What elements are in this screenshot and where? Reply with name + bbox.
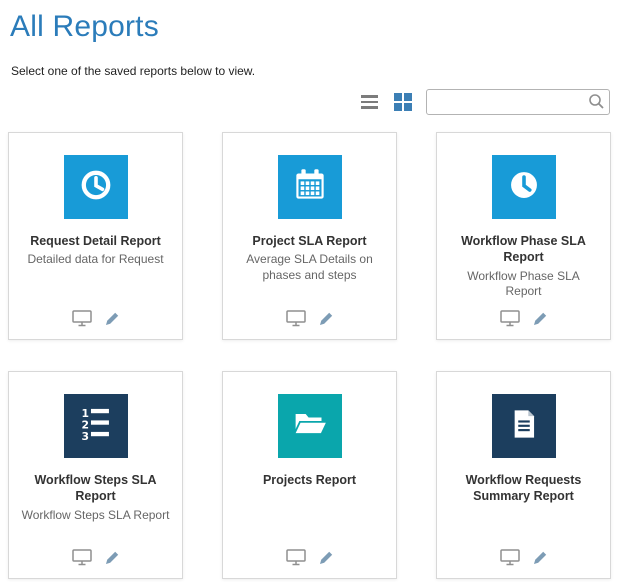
grid-view-icon[interactable] <box>392 91 414 113</box>
card-subtitle: Detailed data for Request <box>21 252 170 268</box>
report-card-workflow-requests-summary[interactable]: Workflow Requests Summary Report <box>436 371 611 579</box>
report-card-grid: Request Detail Report Detailed data for … <box>0 120 628 579</box>
report-card-projects[interactable]: Projects Report <box>222 371 397 579</box>
numbered-list-icon: 1 2 3 <box>73 401 119 452</box>
edit-report-pencil-icon[interactable] <box>104 311 120 327</box>
view-report-monitor-icon[interactable] <box>286 549 306 566</box>
edit-report-pencil-icon[interactable] <box>318 550 334 566</box>
card-title: Workflow Steps SLA Report <box>19 472 172 505</box>
clock-icon <box>73 162 119 213</box>
report-card-workflow-phase-sla[interactable]: Workflow Phase SLA Report Workflow Phase… <box>436 132 611 340</box>
card-title: Workflow Requests Summary Report <box>447 472 600 505</box>
edit-report-pencil-icon[interactable] <box>104 550 120 566</box>
report-tile <box>278 394 342 458</box>
search-icon[interactable] <box>588 93 605 115</box>
card-title: Project SLA Report <box>233 233 386 249</box>
view-toolbar <box>0 88 610 116</box>
svg-text:3: 3 <box>81 429 89 442</box>
page-title: All Reports <box>10 10 618 44</box>
view-report-monitor-icon[interactable] <box>500 549 520 566</box>
card-title: Projects Report <box>233 472 386 488</box>
card-actions <box>437 310 610 327</box>
edit-report-pencil-icon[interactable] <box>532 550 548 566</box>
list-view-icon[interactable] <box>359 93 380 111</box>
view-report-monitor-icon[interactable] <box>72 549 92 566</box>
document-icon <box>501 401 547 452</box>
open-folder-icon <box>287 401 333 452</box>
card-actions <box>9 310 182 327</box>
report-tile: 1 2 3 <box>64 394 128 458</box>
report-tile <box>492 394 556 458</box>
card-actions <box>9 549 182 566</box>
page-subtitle: Select one of the saved reports below to… <box>11 64 618 78</box>
report-card-request-detail[interactable]: Request Detail Report Detailed data for … <box>8 132 183 340</box>
card-actions <box>223 310 396 327</box>
view-report-monitor-icon[interactable] <box>72 310 92 327</box>
view-report-monitor-icon[interactable] <box>500 310 520 327</box>
view-report-monitor-icon[interactable] <box>286 310 306 327</box>
report-card-workflow-steps-sla[interactable]: 1 2 3 Workflow Steps SLA Report Workflow… <box>8 371 183 579</box>
calendar-icon <box>287 162 333 213</box>
edit-report-pencil-icon[interactable] <box>318 311 334 327</box>
report-card-project-sla[interactable]: Project SLA Report Average SLA Details o… <box>222 132 397 340</box>
page-header: All Reports Select one of the saved repo… <box>0 0 628 78</box>
card-subtitle: Workflow Steps SLA Report <box>21 508 170 524</box>
card-title: Workflow Phase SLA Report <box>447 233 600 266</box>
search-box <box>426 89 610 115</box>
card-title: Request Detail Report <box>19 233 172 249</box>
card-actions <box>223 549 396 566</box>
clock-icon <box>501 162 547 213</box>
card-actions <box>437 549 610 566</box>
card-subtitle: Workflow Phase SLA Report <box>449 269 598 300</box>
report-tile <box>64 155 128 219</box>
edit-report-pencil-icon[interactable] <box>532 311 548 327</box>
search-input[interactable] <box>426 89 610 115</box>
report-tile <box>492 155 556 219</box>
report-tile <box>278 155 342 219</box>
card-subtitle: Average SLA Details on phases and steps <box>235 252 384 283</box>
